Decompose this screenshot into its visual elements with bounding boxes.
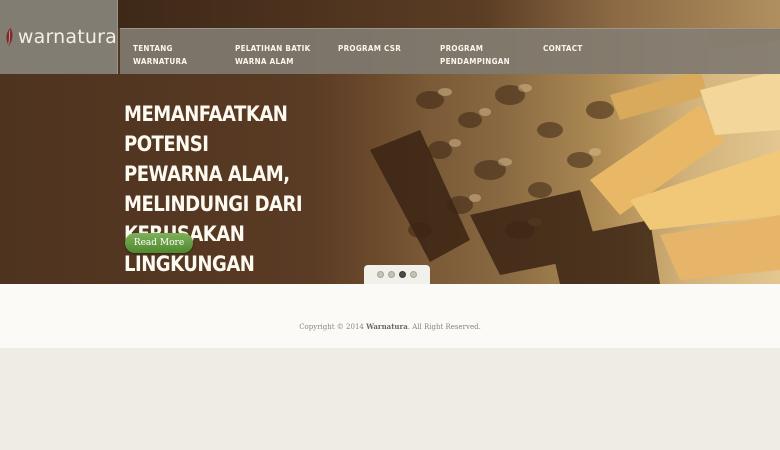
copyright-suffix: . All Right Reserved. <box>407 323 481 331</box>
main-nav: TENTANG WARNATURA PELATIHAN BATIK WARNA … <box>120 28 780 74</box>
nav-item-pendampingan[interactable]: PROGRAM PENDAMPINGAN <box>440 42 510 68</box>
slider-dot[interactable] <box>377 271 384 278</box>
footer <box>0 284 780 348</box>
slider-dot[interactable] <box>410 271 417 278</box>
logo[interactable]: warnatura <box>0 0 118 74</box>
brand-name: warnatura <box>17 26 117 48</box>
nav-item-program-csr[interactable]: PROGRAM CSR <box>338 42 401 55</box>
leaf-logo-icon <box>6 28 13 46</box>
slider-pager <box>364 265 430 284</box>
copyright-brand: Warnatura <box>366 322 408 331</box>
nav-item-tentang[interactable]: TENTANG WARNATURA <box>133 42 187 68</box>
copyright-prefix: Copyright © 2014 <box>299 323 364 331</box>
read-more-button[interactable]: Read More <box>125 233 193 253</box>
slider-dot[interactable] <box>388 271 395 278</box>
slider-dot-active[interactable] <box>399 271 406 278</box>
copyright-text: Copyright © 2014 Warnatura. All Right Re… <box>0 322 780 331</box>
nav-item-contact[interactable]: CONTACT <box>543 42 583 55</box>
nav-item-pelatihan[interactable]: PELATIHAN BATIK WARNA ALAM <box>235 42 311 68</box>
top-strip <box>118 0 780 28</box>
